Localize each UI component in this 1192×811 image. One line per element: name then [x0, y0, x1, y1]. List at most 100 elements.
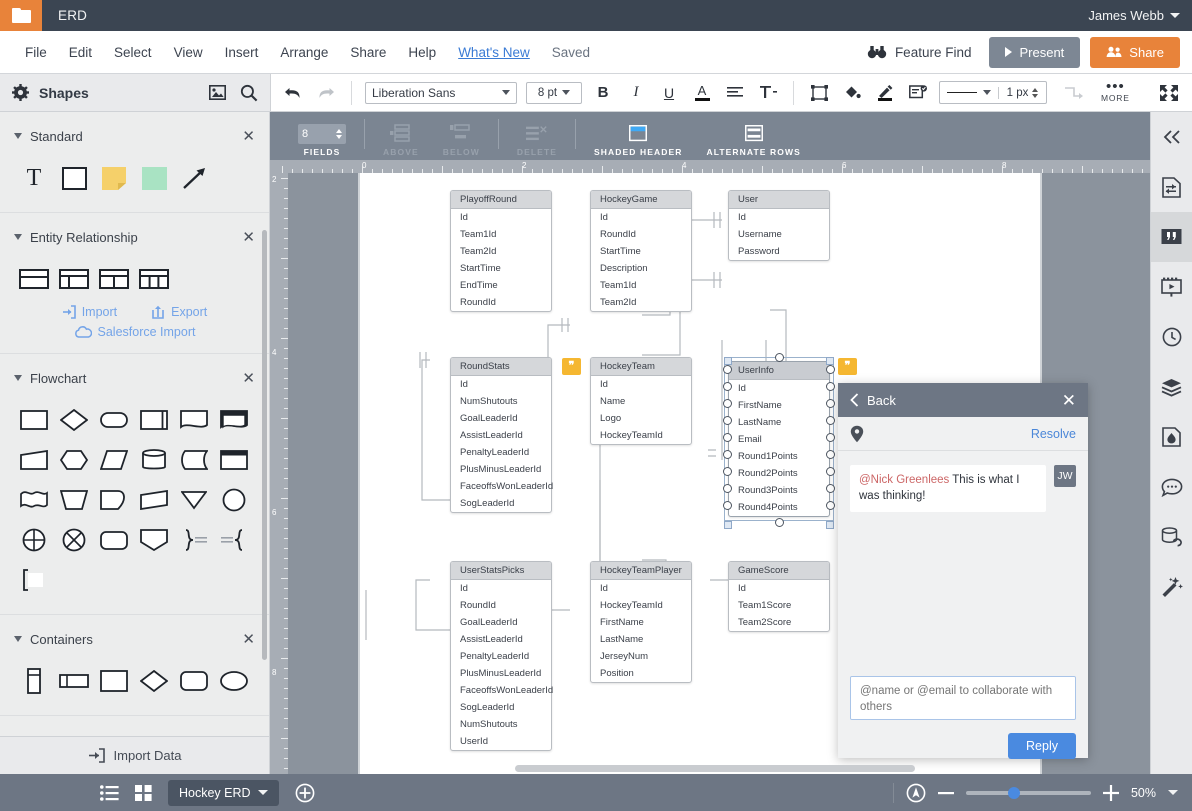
shape-green-square[interactable]	[134, 158, 174, 198]
collapse-panel-button[interactable]	[1151, 112, 1192, 162]
comments-button[interactable]	[1151, 212, 1192, 262]
connection-point[interactable]	[775, 518, 784, 527]
erd-table-field[interactable]: FirstName	[591, 614, 691, 631]
whats-new-link[interactable]: What's New	[447, 41, 541, 64]
fill-color-button[interactable]	[840, 81, 864, 105]
shape-rounded-container[interactable]	[174, 661, 214, 701]
stepper-arrows[interactable]	[336, 129, 342, 139]
shape-internal-storage[interactable]	[214, 440, 254, 480]
layers-button[interactable]	[1151, 362, 1192, 412]
erd-table-field[interactable]: Team1Score	[729, 597, 829, 614]
erd-table-field[interactable]: Team2Score	[729, 614, 829, 631]
erd-table-field[interactable]: PlusMinusLeaderId	[451, 461, 551, 478]
erd-table-field[interactable]: Logo	[591, 410, 691, 427]
erd-table-field[interactable]: Team1Id	[451, 226, 551, 243]
erd-table-field[interactable]: UserId	[451, 733, 551, 750]
font-color-button[interactable]: A	[690, 81, 714, 105]
zoom-in-button[interactable]	[1103, 785, 1119, 801]
connection-point[interactable]	[723, 450, 732, 459]
line-color-button[interactable]	[873, 81, 897, 105]
erd-table-field[interactable]: HockeyTeamId	[591, 427, 691, 444]
undo-button[interactable]	[281, 81, 305, 105]
erd-table-field[interactable]: LastName	[591, 631, 691, 648]
canvas-horizontal-scrollbar[interactable]	[270, 765, 1150, 774]
shape-ellipse-container[interactable]	[214, 661, 254, 701]
fields-input[interactable]: 8	[298, 124, 346, 144]
shape-process[interactable]	[14, 400, 54, 440]
shape-or-junction[interactable]	[54, 520, 94, 560]
data-link-button[interactable]	[1151, 512, 1192, 562]
erd-table-field[interactable]: Team2Id	[591, 294, 691, 311]
erd-table-field[interactable]: Id	[729, 209, 829, 226]
chat-button[interactable]	[1151, 462, 1192, 512]
add-page-button[interactable]	[295, 783, 315, 803]
erd-table[interactable]: GameScoreIdTeam1ScoreTeam2Score	[728, 561, 830, 632]
group-header[interactable]: Standard ✕	[14, 122, 255, 150]
page-grid-button[interactable]	[135, 785, 152, 801]
shape-display[interactable]	[94, 480, 134, 520]
shape-extract[interactable]	[134, 520, 174, 560]
shape-entity-1col[interactable]	[14, 259, 54, 299]
erd-table-field[interactable]: AssistLeaderId	[451, 427, 551, 444]
insert-below-button[interactable]: BELOW	[431, 124, 492, 157]
user-menu[interactable]: James Webb	[1088, 8, 1180, 23]
menu-help[interactable]: Help	[397, 41, 447, 64]
resize-handle[interactable]	[826, 357, 834, 365]
font-family-select[interactable]: Liberation Sans	[365, 82, 517, 104]
folder-button[interactable]	[0, 0, 42, 31]
erd-table-field[interactable]: SogLeaderId	[451, 699, 551, 716]
connection-point[interactable]	[723, 382, 732, 391]
menu-arrange[interactable]: Arrange	[269, 41, 339, 64]
erd-table-field[interactable]: Id	[729, 580, 829, 597]
erd-table-field[interactable]: PenaltyLeaderId	[451, 648, 551, 665]
erd-table-field[interactable]: Username	[729, 226, 829, 243]
comment-mention[interactable]: @Nick Greenlees	[859, 474, 949, 486]
erd-table-field[interactable]: StartTime	[591, 243, 691, 260]
present-button[interactable]: Present	[989, 37, 1080, 68]
comment-badge[interactable]: ❞	[838, 358, 857, 375]
shape-document[interactable]	[174, 400, 214, 440]
reply-button[interactable]: Reply	[1008, 733, 1076, 759]
erd-table-field[interactable]: HockeyTeamId	[591, 597, 691, 614]
shape-style-button[interactable]	[807, 81, 831, 105]
page-list-button[interactable]	[100, 785, 119, 801]
erd-table-field[interactable]: Id	[451, 376, 551, 393]
erd-table[interactable]: UserIdUsernamePassword	[728, 190, 830, 261]
erd-table[interactable]: HockeyGameIdRoundIdStartTimeDescriptionT…	[590, 190, 692, 312]
italic-button[interactable]: I	[624, 81, 648, 105]
shape-brace-left[interactable]	[214, 520, 254, 560]
close-icon[interactable]: ✕	[242, 371, 255, 386]
erd-table-field[interactable]: StartTime	[451, 260, 551, 277]
erd-table-field[interactable]: Id	[591, 580, 691, 597]
connection-point[interactable]	[826, 399, 835, 408]
connection-point[interactable]	[723, 365, 732, 374]
erd-table-field[interactable]: Id	[591, 376, 691, 393]
resize-handle[interactable]	[724, 521, 732, 529]
connection-point[interactable]	[826, 382, 835, 391]
redo-button[interactable]	[314, 81, 338, 105]
revision-history-button[interactable]	[1151, 312, 1192, 362]
connection-point[interactable]	[723, 399, 732, 408]
shape-decision[interactable]	[54, 400, 94, 440]
connection-point[interactable]	[723, 484, 732, 493]
connection-point[interactable]	[723, 433, 732, 442]
resize-handle[interactable]	[724, 357, 732, 365]
delete-row-button[interactable]: DELETE	[505, 124, 569, 157]
text-options-button[interactable]	[756, 81, 780, 105]
group-header[interactable]: Flowchart ✕	[14, 364, 255, 392]
shape-stored-data[interactable]	[174, 440, 214, 480]
erd-table-field[interactable]: Team1Id	[591, 277, 691, 294]
shape-circle[interactable]	[214, 480, 254, 520]
shape-vertical-container[interactable]	[14, 661, 54, 701]
connection-point[interactable]	[826, 365, 835, 374]
magic-wand-button[interactable]	[1151, 562, 1192, 612]
erd-table-field[interactable]: EndTime	[451, 277, 551, 294]
erd-table-field[interactable]: NumShutouts	[451, 716, 551, 733]
shape-parallelogram[interactable]	[94, 440, 134, 480]
erd-table-field[interactable]: Id	[591, 209, 691, 226]
group-header[interactable]: Containers ✕	[14, 625, 255, 653]
shape-entity-3col[interactable]	[134, 259, 174, 299]
shape-arrow[interactable]	[174, 158, 214, 198]
erd-table-field[interactable]: RoundId	[591, 226, 691, 243]
shape-card[interactable]	[134, 480, 174, 520]
